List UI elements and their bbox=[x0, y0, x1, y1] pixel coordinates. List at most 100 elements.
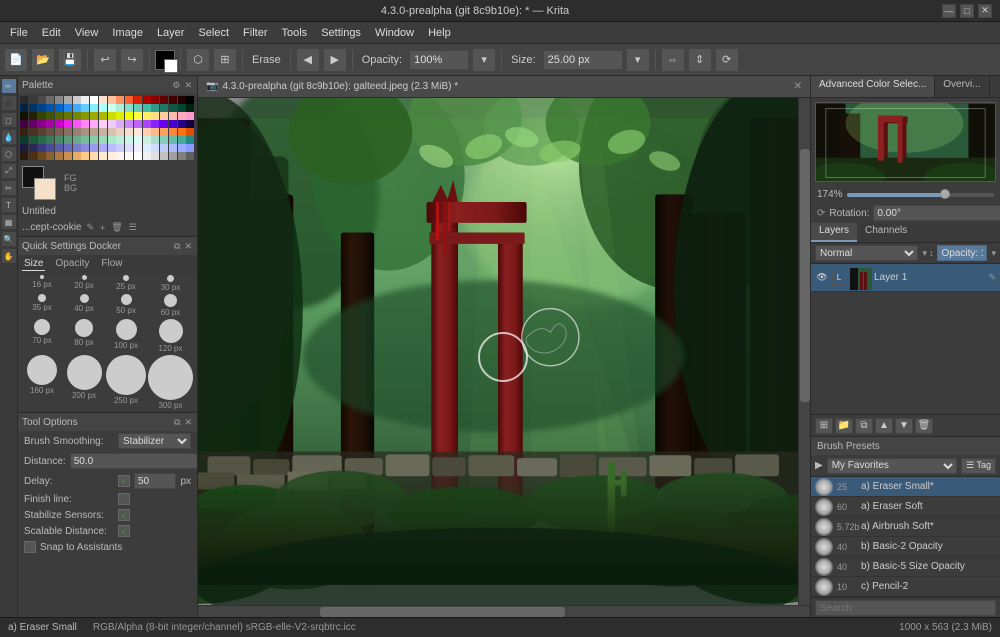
color-cell[interactable] bbox=[81, 152, 89, 160]
menu-filter[interactable]: Filter bbox=[237, 25, 273, 41]
color-cell[interactable] bbox=[90, 112, 98, 120]
color-cell[interactable] bbox=[55, 96, 63, 104]
palette-edit-icon[interactable]: ✎ bbox=[85, 221, 95, 234]
brush-size-item[interactable]: 40 px bbox=[64, 294, 104, 317]
color-cell[interactable] bbox=[73, 136, 81, 144]
color-cell[interactable] bbox=[178, 96, 186, 104]
tab-opacity[interactable]: Opacity bbox=[53, 257, 91, 271]
color-cell[interactable] bbox=[20, 152, 28, 160]
color-cell[interactable] bbox=[125, 104, 133, 112]
color-cell[interactable] bbox=[46, 144, 54, 152]
color-cell[interactable] bbox=[143, 120, 151, 128]
mirror-h-btn[interactable]: ⇔ bbox=[661, 48, 685, 72]
color-cell[interactable] bbox=[160, 96, 168, 104]
color-cell[interactable] bbox=[134, 120, 142, 128]
color-cell[interactable] bbox=[29, 120, 37, 128]
color-cell[interactable] bbox=[46, 136, 54, 144]
scrollbar-thumb-h[interactable] bbox=[320, 607, 565, 617]
color-cell[interactable] bbox=[29, 104, 37, 112]
tab-size[interactable]: Size bbox=[22, 257, 45, 271]
color-cell[interactable] bbox=[178, 112, 186, 120]
color-cell[interactable] bbox=[73, 104, 81, 112]
color-cell[interactable] bbox=[64, 144, 72, 152]
color-cell[interactable] bbox=[108, 120, 116, 128]
palette-close-icon[interactable]: ✕ bbox=[183, 79, 193, 92]
brush-size-item[interactable]: 200 px bbox=[64, 355, 104, 410]
color-cell[interactable] bbox=[20, 96, 28, 104]
color-cell[interactable] bbox=[55, 136, 63, 144]
color-cell[interactable] bbox=[169, 136, 177, 144]
color-cell[interactable] bbox=[64, 96, 72, 104]
color-cell[interactable] bbox=[169, 152, 177, 160]
color-cell[interactable] bbox=[81, 144, 89, 152]
color-cell[interactable] bbox=[38, 152, 46, 160]
color-cell[interactable] bbox=[151, 96, 159, 104]
color-cell[interactable] bbox=[116, 136, 124, 144]
color-cell[interactable] bbox=[29, 144, 37, 152]
color-cell[interactable] bbox=[46, 152, 54, 160]
tab-flow[interactable]: Flow bbox=[99, 257, 124, 271]
menu-layer[interactable]: Layer bbox=[151, 25, 191, 41]
brush-list-item[interactable]: 60a) Eraser Soft bbox=[811, 497, 1000, 517]
minimize-button[interactable]: — bbox=[942, 4, 956, 18]
scalable-distance-checkbox[interactable]: ✓ bbox=[118, 525, 130, 537]
color-cell[interactable] bbox=[90, 144, 98, 152]
canvas-scrollbar-horizontal[interactable] bbox=[198, 605, 810, 617]
palette-config-icon[interactable]: ☰ bbox=[128, 221, 138, 234]
color-cell[interactable] bbox=[108, 128, 116, 136]
color-cell[interactable] bbox=[46, 104, 54, 112]
color-cell[interactable] bbox=[143, 152, 151, 160]
color-cell[interactable] bbox=[143, 136, 151, 144]
save-button[interactable]: 💾 bbox=[58, 48, 82, 72]
color-cell[interactable] bbox=[46, 112, 54, 120]
quick-settings-close-icon[interactable]: ✕ bbox=[183, 240, 193, 253]
color-cell[interactable] bbox=[151, 144, 159, 152]
rotation-input[interactable] bbox=[873, 205, 1000, 221]
stabilize-sensors-checkbox[interactable]: ✓ bbox=[118, 509, 130, 521]
brush-size-item[interactable]: 16 px bbox=[22, 275, 62, 292]
color-cell[interactable] bbox=[20, 112, 28, 120]
color-cell[interactable] bbox=[99, 128, 107, 136]
color-cell[interactable] bbox=[29, 136, 37, 144]
brush-size-item[interactable]: 250 px bbox=[106, 355, 146, 410]
color-cell[interactable] bbox=[151, 128, 159, 136]
color-cell[interactable] bbox=[46, 120, 54, 128]
color-cell[interactable] bbox=[108, 144, 116, 152]
brush-grid-btn[interactable]: ⊞ bbox=[213, 48, 237, 72]
brush-size-item[interactable]: 70 px bbox=[22, 319, 62, 353]
color-cell[interactable] bbox=[99, 120, 107, 128]
menu-window[interactable]: Window bbox=[369, 25, 420, 41]
color-cell[interactable] bbox=[20, 104, 28, 112]
color-cell[interactable] bbox=[55, 144, 63, 152]
size-dropdown[interactable]: ▾ bbox=[626, 48, 650, 72]
color-cell[interactable] bbox=[55, 128, 63, 136]
color-cell[interactable] bbox=[151, 120, 159, 128]
color-cell[interactable] bbox=[160, 112, 168, 120]
layer-add-btn[interactable]: ⊞ bbox=[815, 418, 833, 434]
color-cell[interactable] bbox=[143, 96, 151, 104]
flow-left-btn[interactable]: ◀ bbox=[296, 48, 320, 72]
flow-right-btn[interactable]: ▶ bbox=[323, 48, 347, 72]
color-cell[interactable] bbox=[73, 112, 81, 120]
snap-checkbox[interactable] bbox=[24, 541, 36, 553]
color-cell[interactable] bbox=[99, 144, 107, 152]
color-cell[interactable] bbox=[29, 96, 37, 104]
crop-tool[interactable]: ✂ bbox=[1, 180, 17, 196]
color-cell[interactable] bbox=[160, 128, 168, 136]
layer-down-btn[interactable]: ▼ bbox=[895, 418, 913, 434]
zoom-slider[interactable] bbox=[847, 193, 994, 197]
color-cell[interactable] bbox=[178, 104, 186, 112]
menu-edit[interactable]: Edit bbox=[36, 25, 67, 41]
opacity-dropdown[interactable]: ▾ bbox=[472, 48, 496, 72]
color-cell[interactable] bbox=[46, 128, 54, 136]
color-cell[interactable] bbox=[81, 104, 89, 112]
color-cell[interactable] bbox=[134, 144, 142, 152]
color-cell[interactable] bbox=[20, 136, 28, 144]
color-cell[interactable] bbox=[81, 112, 89, 120]
color-cell[interactable] bbox=[134, 128, 142, 136]
color-cell[interactable] bbox=[125, 120, 133, 128]
color-cell[interactable] bbox=[81, 120, 89, 128]
color-cell[interactable] bbox=[29, 152, 37, 160]
menu-select[interactable]: Select bbox=[192, 25, 235, 41]
distance-input[interactable] bbox=[70, 453, 197, 469]
